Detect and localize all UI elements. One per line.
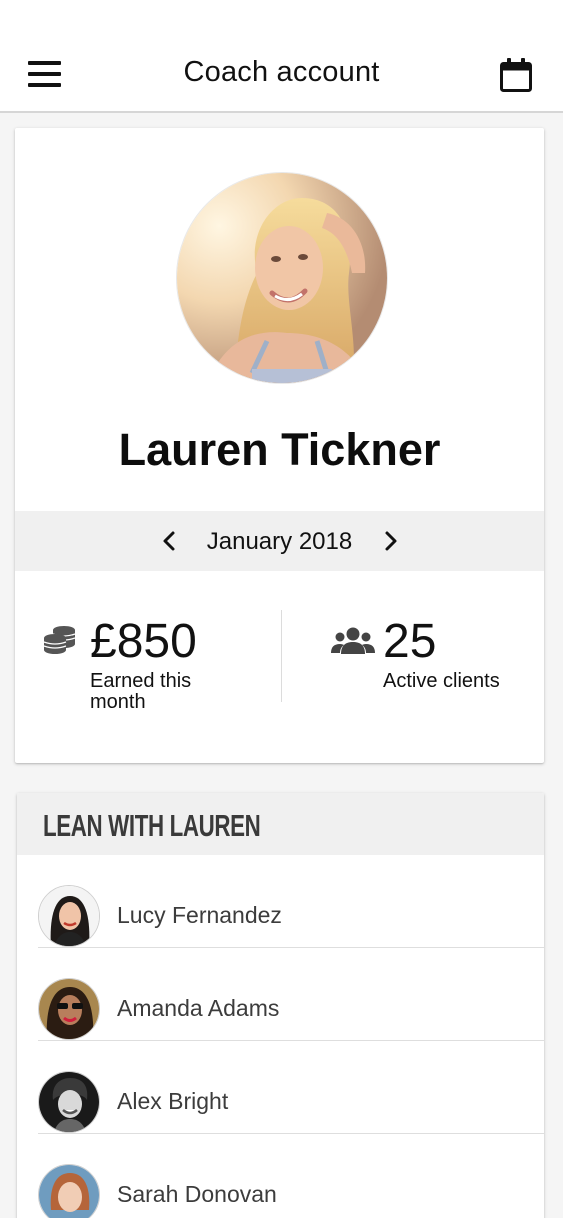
coins-icon (43, 625, 77, 655)
client-avatar (38, 1071, 100, 1133)
group-title: LEAN WITH LAUREN (43, 808, 261, 843)
active-clients-label: Active clients (383, 670, 500, 692)
earned-value: £850 (90, 615, 197, 668)
stats-divider (281, 610, 282, 702)
client-name: Lucy Fernandez (117, 902, 282, 928)
top-bar: Coach account (0, 0, 563, 113)
client-avatar (38, 978, 100, 1040)
client-avatar (38, 885, 100, 947)
chevron-right-icon[interactable] (381, 530, 401, 552)
client-row[interactable]: Sarah Donovan (17, 1134, 544, 1218)
profile-card: Lauren Tickner January 2018 £850 Earned … (15, 128, 544, 763)
month-label: January 2018 (206, 528, 353, 555)
client-row[interactable]: Lucy Fernandez (17, 855, 544, 948)
month-selector: January 2018 (15, 511, 544, 571)
users-icon (331, 626, 375, 656)
active-clients-value: 25 (383, 615, 437, 668)
client-name: Sarah Donovan (117, 1181, 277, 1207)
calendar-icon[interactable] (499, 57, 533, 93)
earned-label: Earned this month (90, 670, 192, 713)
app-root: Coach account Lauren Tickner January 201… (0, 0, 563, 1218)
group-header: LEAN WITH LAUREN (17, 793, 544, 855)
page-title: Coach account (183, 56, 380, 88)
client-avatar (38, 1164, 100, 1218)
client-row[interactable]: Alex Bright (17, 1041, 544, 1134)
coach-name: Lauren Tickner (118, 424, 441, 475)
client-name: Amanda Adams (117, 995, 280, 1021)
client-row[interactable]: Amanda Adams (17, 948, 544, 1041)
group-card: LEAN WITH LAUREN Lucy Fernandez Amanda A… (17, 793, 544, 1218)
coach-avatar[interactable] (176, 172, 388, 384)
client-name: Alex Bright (117, 1088, 229, 1114)
